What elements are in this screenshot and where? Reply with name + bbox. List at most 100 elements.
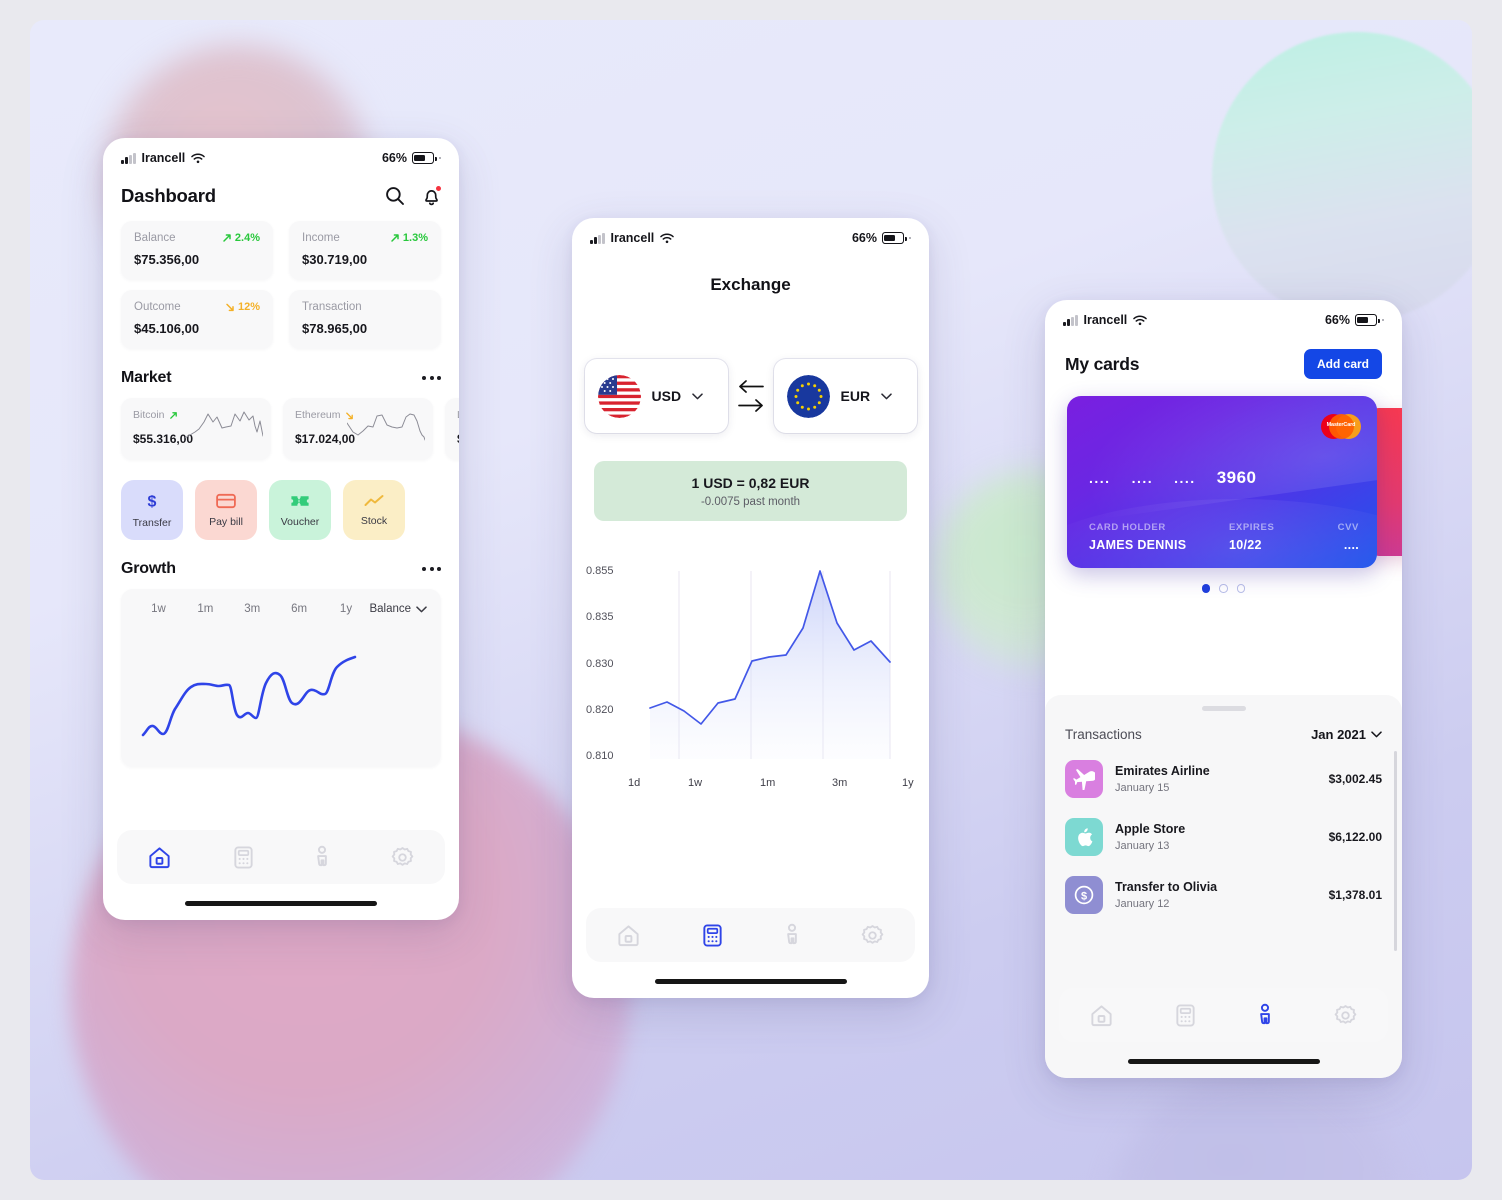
action-voucher[interactable]: Voucher: [269, 480, 331, 540]
swap-arrows-icon[interactable]: [737, 380, 764, 412]
market-card-litecoin[interactable]: Lit $2: [445, 398, 459, 460]
pagination-dot-2[interactable]: [1219, 584, 1228, 593]
x-tick-3m: 3m: [832, 777, 848, 789]
page-title: Dashboard: [121, 185, 216, 206]
growth-metric-selector[interactable]: Balance: [369, 603, 427, 615]
bitcoin-sparkline: [185, 411, 263, 439]
market-name: Lit: [457, 409, 459, 421]
stat-label: Balance: [134, 232, 176, 244]
action-transfer[interactable]: $ Transfer: [121, 480, 183, 540]
nav-home-icon[interactable]: [147, 845, 172, 870]
stat-card-outcome[interactable]: Outcome 12% $45.106,00: [121, 290, 273, 349]
stat-card-income[interactable]: Income 1.3% $30.719,00: [289, 221, 441, 280]
market-card-bitcoin[interactable]: Bitcoin $55.316,00: [121, 398, 271, 460]
growth-tab-3m[interactable]: 3m: [229, 603, 276, 615]
search-icon[interactable]: [385, 186, 405, 206]
card-number: .... .... .... 3960: [1089, 468, 1355, 488]
y-tick-0820: 0.820: [586, 704, 614, 716]
dashboard-header: Dashboard: [121, 185, 442, 207]
battery-icon: [412, 152, 437, 164]
x-tick-1w: 1w: [688, 777, 703, 789]
growth-line-chart: [141, 655, 357, 737]
market-card-ethereum[interactable]: Ethereum $17.024,00: [283, 398, 433, 460]
status-bar: Irancell 66%: [572, 218, 929, 249]
table-row[interactable]: $ Transfer to Olivia January 12 $1,378.0…: [1065, 866, 1382, 924]
stat-value: $30.719,00: [302, 252, 368, 267]
home-indicator: [1127, 1059, 1320, 1064]
table-row[interactable]: Apple Store January 13 $6,122.00: [1065, 808, 1382, 866]
decorative-sphere-lavender: [1110, 1070, 1410, 1180]
nav-settings-icon[interactable]: [1333, 1003, 1358, 1028]
phone-cards: Irancell 66% My cards Add card MasterCar…: [1045, 300, 1402, 1078]
status-dot: [1382, 319, 1384, 321]
chart-line-icon: [364, 494, 384, 506]
transaction-name: Apple Store: [1115, 822, 1186, 836]
add-card-button[interactable]: Add card: [1303, 349, 1382, 379]
currency-from-selector[interactable]: USD: [584, 359, 728, 433]
nav-calculator-icon[interactable]: [1174, 1003, 1197, 1028]
growth-tab-1y[interactable]: 1y: [323, 603, 370, 615]
pagination-dot-1[interactable]: [1201, 584, 1211, 593]
carrier-label: Irancell: [610, 231, 655, 245]
transaction-info: Emirates Airline January 15: [1115, 764, 1210, 794]
transactions-header: Transactions Jan 2021: [1045, 711, 1402, 742]
scrollbar[interactable]: [1394, 751, 1397, 951]
card-cvv-value: ....: [1343, 538, 1359, 552]
stat-delta: 12%: [225, 301, 260, 313]
growth-section-header: Growth: [121, 560, 441, 578]
nav-profile-icon[interactable]: [784, 923, 800, 948]
currency-to-selector[interactable]: EUR: [773, 359, 917, 433]
growth-tab-6m[interactable]: 6m: [276, 603, 323, 615]
table-row[interactable]: Emirates Airline January 15 $3,002.45: [1065, 750, 1382, 808]
nav-settings-icon[interactable]: [390, 845, 415, 870]
x-tick-1m: 1m: [760, 777, 776, 789]
eu-flag-icon: [786, 374, 830, 418]
stat-card-transaction[interactable]: Transaction $78.965,00: [289, 290, 441, 349]
transaction-name: Transfer to Olivia: [1115, 880, 1218, 894]
growth-more-icon[interactable]: [422, 567, 441, 571]
arrow-left-icon: [738, 380, 764, 393]
nav-calculator-icon[interactable]: [232, 845, 255, 870]
card-holder-label: CARD HOLDER: [1089, 522, 1166, 533]
us-flag-icon: [597, 374, 641, 418]
chevron-down-icon: [416, 605, 427, 612]
nav-settings-icon[interactable]: [860, 923, 885, 948]
action-label: Pay bill: [209, 515, 243, 528]
arrow-up-right-icon: [391, 234, 399, 242]
growth-range-tabs: 1w 1m 3m 6m 1y Balance: [135, 603, 427, 615]
transaction-name: Emirates Airline: [1115, 764, 1210, 778]
growth-tab-1m[interactable]: 1m: [182, 603, 229, 615]
pagination-dot-3[interactable]: [1236, 584, 1246, 593]
stat-label: Income: [302, 232, 340, 244]
battery-percent: 66%: [851, 231, 877, 245]
nav-home-icon[interactable]: [616, 923, 641, 948]
currency-from-code: USD: [651, 388, 682, 404]
action-pay-bill[interactable]: Pay bill: [195, 480, 257, 540]
card-expires-value: 10/22: [1229, 538, 1262, 552]
exchange-chart: 0.855 0.835 0.830 0.820 0.810 1d 1w 1m 3…: [580, 559, 917, 789]
home-indicator: [185, 901, 377, 906]
card-expires-label: EXPIRES: [1229, 522, 1275, 533]
y-tick-0810: 0.810: [586, 750, 614, 762]
action-stock[interactable]: Stock: [343, 480, 405, 540]
market-more-icon[interactable]: [422, 376, 441, 380]
cards-carousel: MasterCard .... .... .... 3960 CARD HOLD…: [1045, 396, 1402, 568]
carrier-label: Irancell: [141, 151, 186, 165]
nav-home-icon[interactable]: [1089, 1003, 1114, 1028]
signal-icon: [121, 152, 136, 164]
month-label: Jan 2021: [1311, 727, 1366, 742]
nav-profile-icon[interactable]: [314, 845, 330, 870]
nav-profile-icon[interactable]: [1257, 1003, 1273, 1028]
transaction-date: January 13: [1115, 840, 1170, 852]
x-tick-1y: 1y: [902, 777, 914, 789]
growth-tab-1w[interactable]: 1w: [135, 603, 182, 615]
page-title: Exchange: [710, 275, 791, 294]
currency-to-code: EUR: [840, 388, 871, 404]
nav-calculator-icon[interactable]: [701, 923, 724, 948]
notifications-button[interactable]: [422, 185, 442, 206]
cards-header: My cards Add card: [1045, 349, 1402, 379]
month-selector[interactable]: Jan 2021: [1311, 727, 1382, 742]
x-tick-1d: 1d: [628, 777, 641, 789]
stat-card-balance[interactable]: Balance 2.4% $75.356,00: [121, 221, 273, 280]
credit-card-primary[interactable]: MasterCard .... .... .... 3960 CARD HOLD…: [1067, 396, 1377, 568]
